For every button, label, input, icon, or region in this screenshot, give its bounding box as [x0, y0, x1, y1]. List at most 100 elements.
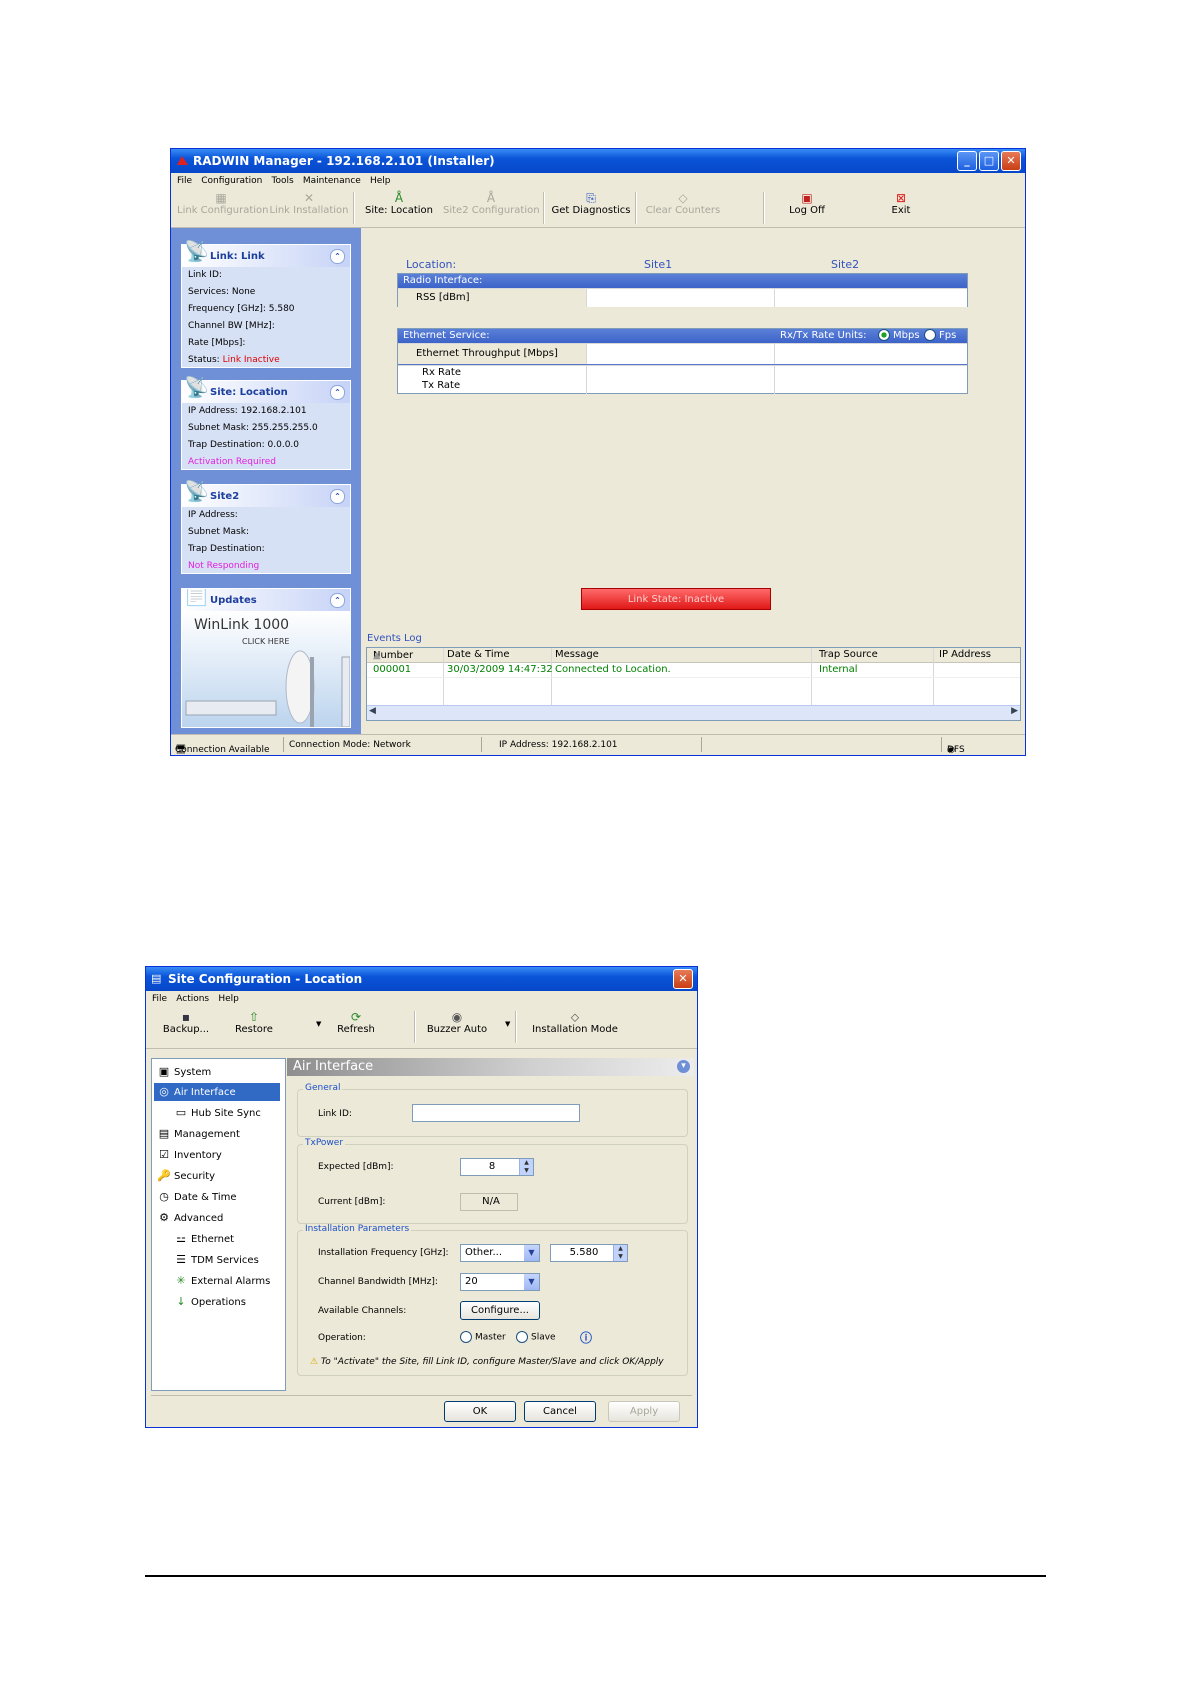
- link-installation-button[interactable]: ✕ Link Installation: [269, 191, 349, 225]
- menu-file[interactable]: File: [152, 991, 167, 1007]
- status-ip: IP Address: 192.168.2.101: [499, 740, 618, 750]
- exit-button[interactable]: ⊠ Exit: [871, 191, 931, 225]
- bandwidth-select[interactable]: 20 ▼: [460, 1273, 540, 1291]
- separator: [701, 737, 702, 752]
- scroll-right-icon[interactable]: ▶: [1011, 706, 1018, 716]
- site-ip-row: IP Address: 192.168.2.101: [188, 406, 307, 416]
- site-location-button[interactable]: Å Site: Location: [361, 191, 437, 225]
- collapse-icon[interactable]: ⌃: [330, 249, 345, 264]
- restore-button[interactable]: ⇧ Restore: [224, 1010, 284, 1044]
- chevron-down-icon[interactable]: ▼: [524, 1245, 539, 1261]
- tree-item-date-time[interactable]: ◷ Date & Time: [157, 1188, 236, 1206]
- backup-button[interactable]: ▪ Backup...: [156, 1010, 216, 1044]
- radio-icon: [460, 1331, 472, 1343]
- site-icon: Å: [394, 191, 404, 205]
- menu-help[interactable]: Help: [370, 173, 391, 189]
- site2-panel-header[interactable]: 📡 Site2 ⌃: [182, 479, 350, 507]
- ethernet-service-header: Ethernet Service: Rx/Tx Rate Units: Mbps…: [398, 329, 967, 343]
- panel-title: Air Interface ▾: [287, 1058, 694, 1076]
- frequency-select[interactable]: Other... ▼: [460, 1244, 540, 1262]
- info-icon[interactable]: ⓘ: [580, 1329, 592, 1346]
- maximize-button[interactable]: □: [979, 151, 999, 171]
- spin-arrows-icon[interactable]: ▲ ▼: [519, 1159, 533, 1175]
- ok-button[interactable]: OK: [444, 1401, 516, 1422]
- slave-radio[interactable]: Slave: [516, 1331, 556, 1343]
- menu-actions[interactable]: Actions: [176, 991, 209, 1007]
- col-message[interactable]: Message: [555, 649, 599, 660]
- separator: [283, 737, 284, 752]
- installation-mode-button[interactable]: ⬦ Installation Mode: [520, 1010, 630, 1044]
- col-ip-address[interactable]: IP Address: [939, 649, 991, 660]
- tree-item-inventory[interactable]: ☑ Inventory: [157, 1146, 222, 1164]
- buzzer-dropdown-icon[interactable]: ▼: [505, 1020, 510, 1028]
- menu-maintenance[interactable]: Maintenance: [303, 173, 361, 189]
- close-button[interactable]: ✕: [673, 969, 693, 989]
- spin-arrows-icon[interactable]: ▲ ▼: [613, 1245, 627, 1261]
- air-interface-panel: Air Interface ▾ General Link ID: TxPower…: [287, 1058, 694, 1389]
- chevron-down-icon[interactable]: ▼: [524, 1274, 539, 1290]
- eth-site1-cell: [586, 344, 779, 364]
- minimize-button[interactable]: _: [957, 151, 977, 171]
- window-title: RADWIN Manager - 192.168.2.101 (Installe…: [193, 154, 495, 168]
- main-toolbar: ▦ Link Configuration ✕ Link Installation Å…: [171, 189, 1025, 228]
- site2-configuration-button[interactable]: Å Site2 Configuration: [443, 191, 540, 225]
- winlink-banner[interactable]: WinLink 1000 CLICK HERE: [182, 611, 350, 727]
- refresh-button[interactable]: ⟳ Refresh: [326, 1010, 386, 1044]
- warning-icon: ⚠: [310, 1357, 319, 1367]
- menu-configuration[interactable]: Configuration: [201, 173, 262, 189]
- toolbar-separator: [353, 192, 355, 224]
- configure-button[interactable]: Configure...: [460, 1301, 540, 1320]
- menu-tools[interactable]: Tools: [271, 173, 293, 189]
- frequency-stepper[interactable]: 5.580 ▲ ▼: [550, 1244, 628, 1262]
- install-frequency-label: Installation Frequency [GHz]:: [318, 1248, 449, 1258]
- floppy-icon: ▪: [181, 1010, 191, 1024]
- tree-item-tdm-services[interactable]: ☰ TDM Services: [174, 1251, 259, 1269]
- expected-stepper[interactable]: 8 ▲ ▼: [460, 1158, 534, 1176]
- link-id-input[interactable]: [412, 1104, 580, 1122]
- tx-rate-row: Tx Rate: [398, 380, 967, 394]
- fps-radio[interactable]: Fps: [924, 329, 956, 343]
- menu-help[interactable]: Help: [218, 991, 239, 1007]
- buzzer-auto-button[interactable]: ◉ Buzzer Auto: [422, 1010, 492, 1044]
- col-datetime[interactable]: Date & Time: [447, 649, 510, 660]
- site-mask-row: Subnet Mask: 255.255.255.0: [188, 423, 318, 433]
- col-trap-source[interactable]: Trap Source: [819, 649, 878, 660]
- menu-file[interactable]: File: [177, 173, 192, 189]
- tree-item-management[interactable]: ▤ Management: [157, 1125, 240, 1143]
- logoff-icon: ▣: [801, 191, 813, 205]
- clear-counters-button[interactable]: ◇ Clear Counters: [643, 191, 723, 225]
- site-panel-header[interactable]: 📡 Site: Location ⌃: [182, 375, 350, 403]
- master-radio[interactable]: Master: [460, 1331, 506, 1343]
- get-diagnostics-button[interactable]: ⎘ Get Diagnostics: [551, 191, 631, 225]
- frequency-row: Frequency [GHz]: 5.580: [188, 304, 295, 314]
- tree-item-security[interactable]: 🔑 Security: [157, 1167, 215, 1185]
- restore-dropdown-icon[interactable]: ▼: [316, 1020, 321, 1028]
- collapse-icon[interactable]: ⌃: [330, 489, 345, 504]
- eraser-icon: ◇: [678, 191, 688, 205]
- collapse-icon[interactable]: ⌃: [330, 385, 345, 400]
- clock-icon: ◷: [159, 1190, 169, 1203]
- tree-item-air-interface[interactable]: ◎ Air Interface: [154, 1083, 280, 1101]
- tree-item-system[interactable]: ▣ System: [157, 1063, 212, 1081]
- cancel-button[interactable]: Cancel: [524, 1401, 596, 1422]
- tree-item-advanced[interactable]: ⚙ Advanced: [157, 1209, 223, 1227]
- collapse-icon[interactable]: ⌃: [330, 593, 345, 608]
- mbps-radio[interactable]: Mbps: [878, 329, 920, 343]
- available-channels-label: Available Channels:: [318, 1306, 407, 1316]
- link-panel-header[interactable]: 📡 Link: Link ⌃: [182, 239, 350, 267]
- log-off-button[interactable]: ▣ Log Off: [771, 191, 843, 225]
- tree-item-hub-site-sync[interactable]: ▭ Hub Site Sync: [174, 1104, 261, 1122]
- scroll-left-icon[interactable]: ◀: [369, 706, 376, 716]
- apply-button[interactable]: Apply: [608, 1401, 680, 1422]
- table-row[interactable]: 000001 30/03/2009 14:47:32 Connected to …: [367, 663, 1020, 678]
- gear-icon: ⚙: [159, 1211, 169, 1224]
- tree-item-external-alarms[interactable]: ✳ External Alarms: [174, 1272, 270, 1290]
- tree-item-ethernet[interactable]: ⚍ Ethernet: [174, 1230, 234, 1248]
- close-button[interactable]: ✕: [1001, 151, 1021, 171]
- group-label: Installation Parameters: [303, 1224, 412, 1234]
- horizontal-scrollbar[interactable]: ◀ ▶: [367, 705, 1020, 720]
- updates-panel-header[interactable]: 📄 Updates ⌃: [182, 589, 350, 611]
- expand-icon[interactable]: ▾: [677, 1060, 690, 1073]
- link-configuration-button[interactable]: ▦ Link Configuration: [177, 191, 268, 225]
- tree-item-operations[interactable]: ↓ Operations: [174, 1293, 246, 1311]
